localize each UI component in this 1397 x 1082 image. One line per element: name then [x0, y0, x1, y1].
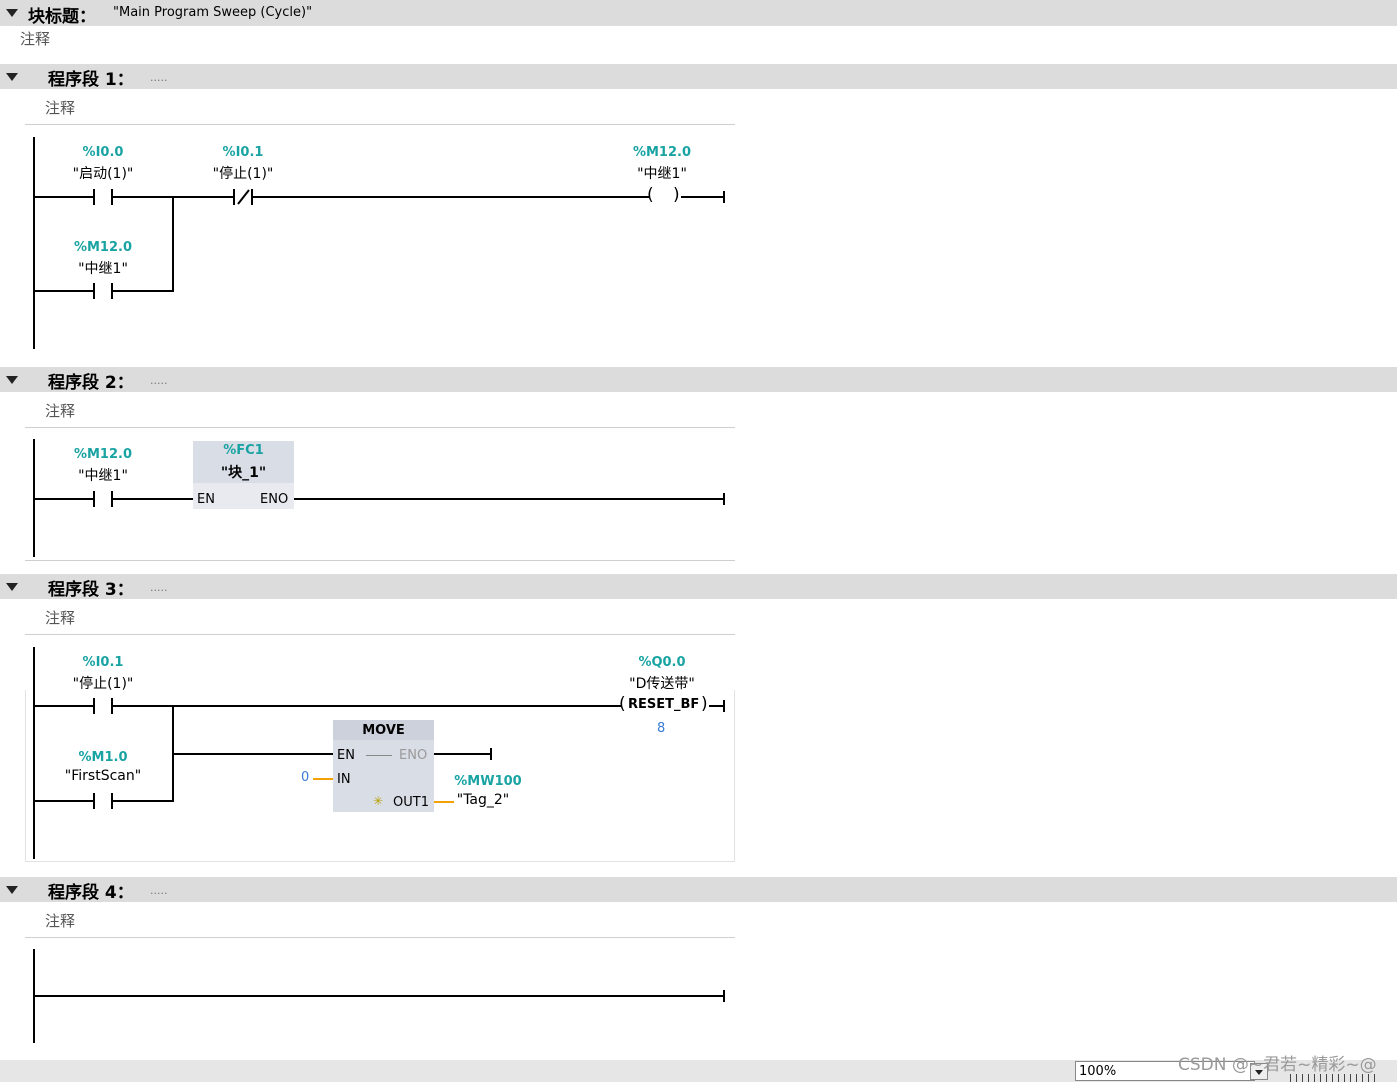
collapse-segment-2-icon[interactable]	[6, 376, 18, 384]
segment-4-header[interactable]	[0, 877, 1397, 902]
move-en-eno-line	[366, 755, 392, 756]
in-connector	[313, 778, 333, 780]
segment-3-header[interactable]	[0, 574, 1397, 599]
wire	[681, 196, 725, 198]
segment-1-comment[interactable]: 注释	[45, 97, 75, 118]
coil-left-icon: (	[647, 185, 654, 205]
wire	[253, 196, 649, 198]
segment-2-comment[interactable]: 注释	[45, 400, 75, 421]
segment-3-separator	[25, 634, 735, 635]
collapse-block-icon[interactable]	[6, 9, 18, 17]
fc1-pin-eno[interactable]: ENO	[260, 492, 288, 507]
contact-stop-tag[interactable]: "停止(1)"	[43, 673, 163, 693]
segment-1-header[interactable]	[0, 64, 1397, 89]
move-out-tag[interactable]: "Tag_2"	[423, 792, 543, 808]
reset-coil-count[interactable]: 8	[657, 721, 665, 736]
normally-closed-slash-icon	[237, 189, 250, 205]
segment-3-title-input[interactable]: .....	[150, 581, 167, 594]
collapse-segment-3-icon[interactable]	[6, 583, 18, 591]
eno-end	[490, 748, 492, 760]
contact-selfhold-address[interactable]: %M12.0	[43, 240, 163, 255]
wire	[113, 800, 174, 802]
wire	[113, 498, 193, 500]
rung-end	[723, 700, 725, 712]
segment-2-title: 程序段 2：	[48, 373, 134, 393]
move-title: MOVE	[362, 723, 405, 738]
contact-relay-address[interactable]: %M12.0	[43, 447, 163, 462]
segment-4-comment[interactable]: 注释	[45, 910, 75, 931]
segment-2-title-input[interactable]: .....	[150, 374, 167, 387]
segment-3-power-rail	[33, 647, 35, 859]
move-in-value[interactable]: 0	[301, 770, 309, 785]
wire	[33, 498, 93, 500]
contact-bar	[93, 189, 95, 205]
block-comment[interactable]: 注释	[20, 28, 50, 49]
wire	[113, 705, 621, 707]
move-out-address[interactable]: %MW100	[428, 774, 548, 789]
segment-2-bottom-border	[25, 560, 735, 561]
segment-3-comment[interactable]: 注释	[45, 607, 75, 628]
segment-3-title: 程序段 3：	[48, 580, 134, 600]
segment-1-power-rail	[33, 137, 35, 349]
wire	[33, 196, 93, 198]
rung-end	[723, 493, 725, 505]
move-add-output-icon[interactable]: ✳	[373, 794, 383, 808]
move-block[interactable]: MOVE EN ENO IN ✳ OUT1	[333, 720, 434, 812]
segment-1-title: 程序段 1：	[48, 70, 134, 90]
wire	[434, 753, 492, 755]
coil-relay-address[interactable]: %M12.0	[602, 145, 722, 160]
contact-start-tag[interactable]: "启动(1)"	[43, 163, 163, 183]
coil-conveyor-address[interactable]: %Q0.0	[602, 655, 722, 670]
contact-stop-tag[interactable]: "停止(1)"	[183, 163, 303, 183]
fc1-pin-en[interactable]: EN	[197, 492, 215, 507]
segment-4-title-input[interactable]: .....	[150, 884, 167, 897]
block-title-value[interactable]: "Main Program Sweep (Cycle)"	[113, 5, 312, 20]
contact-stop-address[interactable]: %I0.1	[43, 655, 163, 670]
segment-4-separator	[25, 937, 735, 938]
segment-2-separator	[25, 427, 735, 428]
rung-end	[723, 191, 725, 203]
block-title-label: 块标题：	[28, 7, 96, 27]
wire	[33, 800, 93, 802]
reset-coil-label: RESET_BF	[628, 697, 700, 712]
collapse-segment-4-icon[interactable]	[6, 886, 18, 894]
wire	[294, 498, 725, 500]
reset-coil-right-icon: )	[701, 694, 708, 714]
fc1-block[interactable]: %FC1 "块_1" EN ENO	[193, 441, 294, 509]
contact-selfhold-tag[interactable]: "中继1"	[43, 258, 163, 278]
fc1-name: "块_1"	[220, 465, 267, 481]
contact-bar	[93, 793, 95, 809]
contact-firstscan-address[interactable]: %M1.0	[43, 750, 163, 765]
branch-wire	[172, 196, 174, 292]
coil-right-icon: )	[673, 185, 680, 205]
rung-end	[723, 990, 725, 1002]
move-pin-eno[interactable]: ENO	[399, 748, 427, 763]
zoom-slider[interactable]	[1290, 1074, 1380, 1082]
contact-bar	[93, 491, 95, 507]
contact-relay-tag[interactable]: "中继1"	[43, 465, 163, 485]
contact-start-address[interactable]: %I0.0	[43, 145, 163, 160]
wire	[33, 705, 93, 707]
contact-firstscan-tag[interactable]: "FirstScan"	[43, 768, 163, 784]
move-pin-en[interactable]: EN	[337, 748, 355, 763]
move-pin-in[interactable]: IN	[337, 772, 351, 787]
empty-rung-wire[interactable]	[33, 995, 725, 997]
fc1-address: %FC1	[223, 443, 264, 458]
coil-relay-tag[interactable]: "中继1"	[602, 163, 722, 183]
collapse-segment-1-icon[interactable]	[6, 73, 18, 81]
contact-stop-address[interactable]: %I0.1	[183, 145, 303, 160]
reset-coil-left-icon: (	[619, 694, 626, 714]
segment-2-header[interactable]	[0, 367, 1397, 392]
coil-conveyor-tag[interactable]: "D传送带"	[602, 673, 722, 693]
wire-to-move	[172, 753, 333, 755]
segment-4-title: 程序段 4：	[48, 883, 134, 903]
contact-bar	[93, 283, 95, 299]
segment-1-title-input[interactable]: .....	[150, 71, 167, 84]
wire	[113, 290, 174, 292]
watermark: CSDN @~君若~精彩~@	[1178, 1055, 1377, 1075]
segment-1-separator	[25, 124, 735, 125]
contact-bar	[93, 698, 95, 714]
wire	[33, 290, 93, 292]
